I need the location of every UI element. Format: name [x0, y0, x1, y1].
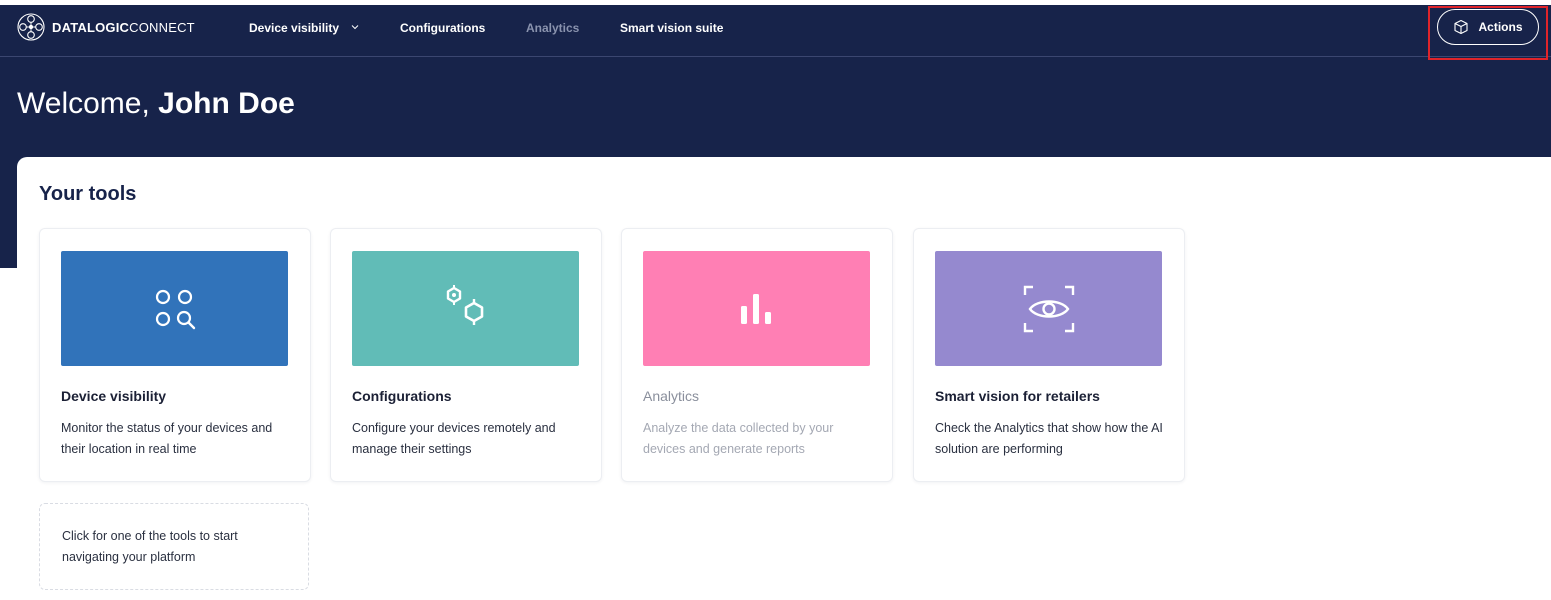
tool-card-title: Smart vision for retailers	[935, 388, 1100, 404]
nav-analytics[interactable]: Analytics	[526, 19, 579, 37]
actions-button[interactable]: Actions	[1437, 9, 1539, 45]
nav-device-visibility[interactable]: Device visibility	[249, 19, 359, 37]
tool-card-title: Device visibility	[61, 388, 167, 404]
nav-smart-vision-suite-label: Smart vision suite	[620, 21, 724, 35]
brand-logo[interactable]: DATALOGICCONNECT	[16, 12, 195, 42]
tools-title: Your tools	[39, 183, 137, 205]
nav-configurations-label: Configurations	[400, 21, 486, 35]
tool-card-image	[352, 251, 579, 366]
welcome-heading: Welcome, John Doe	[17, 87, 295, 121]
tool-card-description: Analyze the data collected by your devic…	[643, 421, 834, 456]
tool-card-description: Check the Analytics that show how the AI…	[935, 421, 1163, 456]
chevron-down-icon	[352, 25, 359, 30]
nav-device-visibility-label: Device visibility	[249, 21, 340, 35]
nav-smart-vision-suite[interactable]: Smart vision suite	[620, 19, 723, 37]
tools-panel: Your tools Device visibility Monitor the…	[17, 157, 1551, 600]
brand-name-light: CONNECT	[129, 19, 195, 35]
tool-card-smart-vision[interactable]: Smart vision for retailers Check the Ana…	[913, 228, 1185, 482]
tool-card-image	[61, 251, 288, 366]
device-grid-search-icon	[155, 289, 195, 329]
datalogic-logo-icon	[17, 13, 45, 41]
tool-card-description: Configure your devices remotely and mana…	[352, 421, 556, 456]
tool-card-title: Analytics	[643, 388, 700, 404]
tools-hint-box: Click for one of the tools to start navi…	[39, 503, 309, 590]
actions-label: Actions	[1478, 20, 1523, 34]
tool-card-configurations[interactable]: Configurations Configure your devices re…	[330, 228, 602, 482]
top-navbar: DATALOGICCONNECT Device visibility Confi…	[0, 5, 1551, 60]
brand-name: DATALOGICCONNECT	[52, 20, 195, 35]
nav-analytics-label: Analytics	[526, 21, 580, 35]
tool-card-description: Monitor the status of your devices and t…	[61, 421, 273, 456]
tools-hint-text: Click for one of the tools to start navi…	[62, 529, 238, 564]
brand-name-bold: DATALOGIC	[52, 19, 130, 35]
tool-card-title: Configurations	[352, 388, 452, 404]
bar-chart-icon	[740, 293, 771, 324]
eye-scan-icon	[1023, 285, 1074, 332]
cube-icon	[1454, 19, 1469, 35]
nav-configurations[interactable]: Configurations	[400, 19, 485, 37]
tool-card-analytics[interactable]: Analytics Analyze the data collected by …	[621, 228, 893, 482]
gears-icon	[446, 284, 483, 325]
tool-card-device-visibility[interactable]: Device visibility Monitor the status of …	[39, 228, 311, 482]
page: Welcome, John Doe DATALOGICCONNECT Devic…	[0, 0, 1551, 600]
user-name: John Doe	[158, 87, 295, 120]
tool-card-image	[643, 251, 870, 366]
tool-card-image	[935, 251, 1162, 366]
welcome-greeting: Welcome,	[17, 87, 159, 120]
